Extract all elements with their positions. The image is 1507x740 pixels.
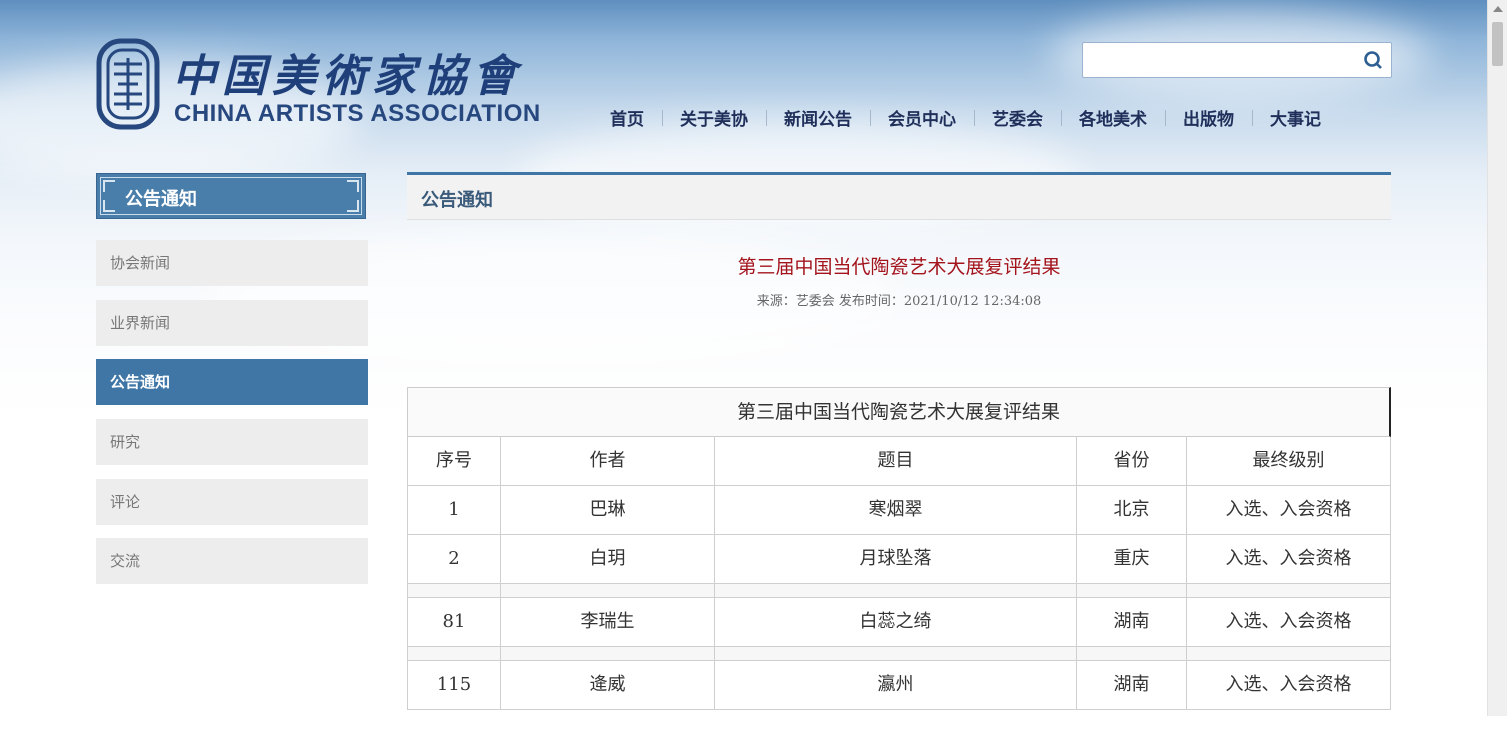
cell-province: 湖南 — [1076, 598, 1186, 646]
nav-about[interactable]: 关于美协 — [662, 105, 766, 130]
table-header-row: 序号 作者 题目 省份 最终级别 — [407, 437, 1391, 486]
search-icon[interactable] — [1363, 50, 1383, 70]
cell-province: 重庆 — [1076, 535, 1186, 583]
table-caption: 第三届中国当代陶瓷艺术大展复评结果 — [407, 387, 1391, 437]
gap-cell — [714, 584, 1076, 597]
corner-ornament-icon — [103, 200, 115, 212]
cell-title: 寒烟翠 — [714, 486, 1076, 534]
nav-publications[interactable]: 出版物 — [1165, 105, 1252, 130]
nav-chronicle[interactable]: 大事记 — [1252, 105, 1339, 130]
table-row: 115 逄威 瀛州 湖南 入选、入会资格 — [407, 661, 1391, 710]
table-row: 2 白玥 月球坠落 重庆 入选、入会资格 — [407, 535, 1391, 584]
cell-index: 2 — [407, 535, 500, 583]
sidebar-title-text: 公告通知 — [125, 189, 197, 210]
cell-title: 月球坠落 — [714, 535, 1076, 583]
corner-ornament-icon — [347, 200, 359, 212]
corner-ornament-icon — [103, 180, 115, 192]
cell-title: 白蕊之绮 — [714, 598, 1076, 646]
sidebar-item-exchange[interactable]: 交流 — [96, 538, 368, 584]
nav-regional[interactable]: 各地美术 — [1061, 105, 1165, 130]
table-row: 81 李瑞生 白蕊之绮 湖南 入选、入会资格 — [407, 598, 1391, 647]
cell-title: 瀛州 — [714, 661, 1076, 709]
corner-ornament-icon — [347, 180, 359, 192]
gap-cell — [407, 647, 500, 660]
main-nav: 首页 关于美协 新闻公告 会员中心 艺委会 各地美术 出版物 大事记 — [592, 104, 1339, 130]
cell-level: 入选、入会资格 — [1186, 486, 1391, 534]
cell-level: 入选、入会资格 — [1186, 661, 1391, 709]
site-logo[interactable]: 中国美術家協會 CHINA ARTISTS ASSOCIATION — [96, 38, 556, 134]
cell-province: 湖南 — [1076, 661, 1186, 709]
header-author: 作者 — [500, 437, 714, 485]
header-title: 题目 — [714, 437, 1076, 485]
sidebar-item-announcements[interactable]: 公告通知 — [96, 359, 368, 405]
gap-cell — [1076, 584, 1186, 597]
search-box[interactable] — [1082, 42, 1392, 78]
association-emblem-icon — [96, 38, 160, 130]
gap-cell — [500, 647, 714, 660]
table-gap-row — [407, 584, 1391, 598]
gap-cell — [1076, 647, 1186, 660]
header-level: 最终级别 — [1186, 437, 1391, 485]
article-title: 第三届中国当代陶瓷艺术大展复评结果 — [737, 256, 1061, 278]
scrollbar-thumb[interactable] — [1492, 22, 1503, 66]
cell-province: 北京 — [1076, 486, 1186, 534]
cell-index: 81 — [407, 598, 500, 646]
sidebar-item-association-news[interactable]: 协会新闻 — [96, 240, 368, 286]
logo-english-name: CHINA ARTISTS ASSOCIATION — [174, 100, 541, 127]
results-table: 第三届中国当代陶瓷艺术大展复评结果 序号 作者 题目 省份 最终级别 1 巴琳 … — [407, 387, 1391, 710]
content-section-header: 公告通知 — [407, 172, 1391, 220]
header-index: 序号 — [407, 437, 500, 485]
cell-level: 入选、入会资格 — [1186, 598, 1391, 646]
cell-index: 115 — [407, 661, 500, 709]
cell-level: 入选、入会资格 — [1186, 535, 1391, 583]
nav-members[interactable]: 会员中心 — [870, 105, 974, 130]
nav-home[interactable]: 首页 — [592, 105, 662, 130]
gap-cell — [1186, 647, 1391, 660]
cell-author: 李瑞生 — [500, 598, 714, 646]
nav-news[interactable]: 新闻公告 — [766, 105, 870, 130]
gap-cell — [500, 584, 714, 597]
header-province: 省份 — [1076, 437, 1186, 485]
search-input[interactable] — [1089, 47, 1353, 73]
cell-author: 逄威 — [500, 661, 714, 709]
cell-index: 1 — [407, 486, 500, 534]
gap-cell — [1186, 584, 1391, 597]
vertical-scrollbar[interactable] — [1487, 0, 1507, 716]
gap-cell — [407, 584, 500, 597]
article-meta: 来源：艺委会 发布时间：2021/10/12 12:34:08 — [756, 294, 1042, 309]
sidebar-item-industry-news[interactable]: 业界新闻 — [96, 300, 368, 346]
logo-chinese-name: 中国美術家協會 — [172, 51, 522, 102]
sidebar-title: 公告通知 — [96, 173, 366, 219]
sidebar-item-reviews[interactable]: 评论 — [96, 479, 368, 525]
cell-author: 白玥 — [500, 535, 714, 583]
cell-author: 巴琳 — [500, 486, 714, 534]
sidebar-item-research[interactable]: 研究 — [96, 419, 368, 465]
nav-art-committee[interactable]: 艺委会 — [974, 105, 1061, 130]
table-gap-row — [407, 647, 1391, 661]
content-section-title: 公告通知 — [421, 190, 493, 211]
table-row: 1 巴琳 寒烟翠 北京 入选、入会资格 — [407, 486, 1391, 535]
scroll-up-arrow-icon[interactable] — [1493, 6, 1503, 12]
gap-cell — [714, 647, 1076, 660]
